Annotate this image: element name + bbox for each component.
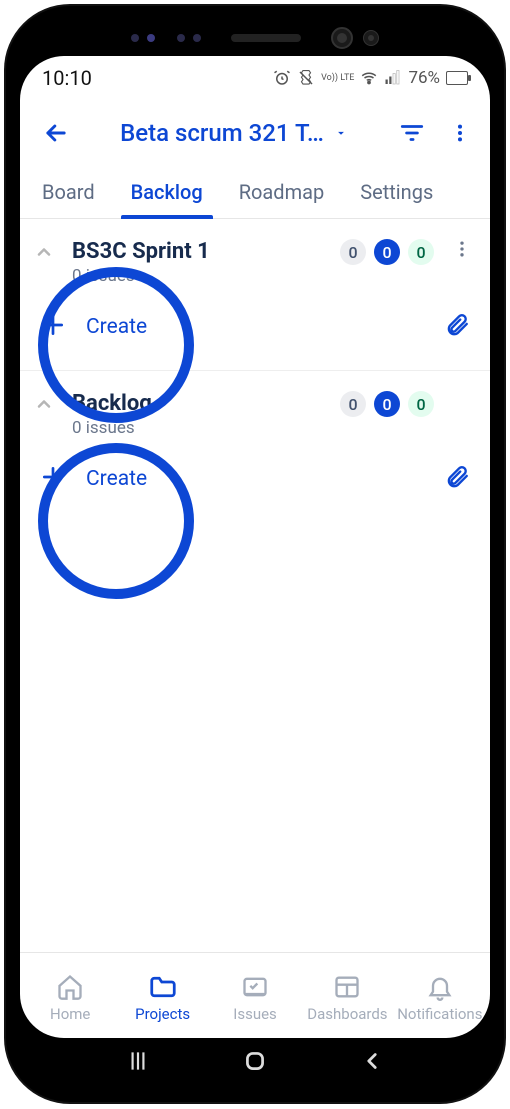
project-tabs: Board Backlog Roadmap Settings	[20, 166, 490, 219]
status-badges: 0 0 0	[340, 391, 434, 417]
sprint-more-button[interactable]	[448, 239, 476, 259]
plus-icon	[40, 312, 66, 342]
badge-todo: 0	[340, 239, 366, 265]
phone-frame: 10:10 Vo)) LTE 76%	[6, 6, 504, 1102]
signal-icon	[384, 69, 402, 87]
tab-settings[interactable]: Settings	[356, 166, 437, 218]
tab-board[interactable]: Board	[38, 166, 99, 218]
backlog-title: Backlog	[72, 391, 326, 416]
home-icon	[56, 973, 84, 1001]
tab-backlog[interactable]: Backlog	[127, 166, 207, 218]
badge-in-progress: 0	[374, 239, 400, 265]
filter-button[interactable]	[392, 113, 432, 153]
collapse-toggle[interactable]	[34, 391, 58, 418]
bell-icon	[426, 973, 454, 1001]
nav-label: Dashboards	[307, 1005, 387, 1023]
recents-button[interactable]	[125, 1048, 151, 1078]
nav-label: Home	[50, 1005, 90, 1023]
status-bar: 10:10 Vo)) LTE 76%	[20, 56, 490, 100]
status-indicators: Vo)) LTE 76%	[273, 68, 468, 88]
nav-home[interactable]: Home	[24, 973, 116, 1023]
badge-in-progress: 0	[374, 391, 400, 417]
badge-done: 0	[408, 239, 434, 265]
nav-label: Projects	[135, 1005, 190, 1023]
folder-icon	[148, 973, 178, 1001]
tab-roadmap[interactable]: Roadmap	[235, 166, 329, 218]
collapse-toggle[interactable]	[34, 239, 58, 266]
screen: 10:10 Vo)) LTE 76%	[20, 56, 490, 1038]
backlog-section: Backlog 0 issues 0 0 0 . Create	[20, 371, 490, 522]
phone-hardware-top	[20, 20, 490, 56]
issues-icon	[241, 973, 269, 1001]
project-title: Beta scrum 321 T…	[120, 119, 324, 147]
home-button[interactable]	[242, 1048, 268, 1078]
plus-icon	[40, 464, 66, 494]
status-badges: 0 0 0	[340, 239, 434, 265]
battery-percent: 76%	[408, 68, 440, 88]
volte-icon: Vo)) LTE	[321, 74, 354, 83]
nav-label: Notifications	[397, 1005, 482, 1023]
sprint-title: BS3C Sprint 1	[72, 239, 326, 264]
chevron-down-icon	[334, 126, 348, 140]
back-button[interactable]	[36, 113, 76, 153]
badge-todo: 0	[340, 391, 366, 417]
nav-dashboards[interactable]: Dashboards	[301, 973, 393, 1023]
backlog-issue-count: 0 issues	[72, 418, 326, 438]
dashboards-icon	[333, 973, 361, 1001]
nav-issues[interactable]: Issues	[209, 973, 301, 1023]
alarm-icon	[273, 69, 291, 87]
attach-button[interactable]	[444, 464, 470, 494]
sprint-issue-count: 0 issues	[72, 266, 326, 286]
backlog-content[interactable]: BS3C Sprint 1 0 issues 0 0 0	[20, 219, 490, 952]
wifi-icon	[360, 69, 378, 87]
create-issue-button[interactable]: Create	[86, 315, 424, 339]
bottom-nav: Home Projects Issues Dashboards	[20, 952, 490, 1038]
sprint-section: BS3C Sprint 1 0 issues 0 0 0	[20, 219, 490, 371]
nav-notifications[interactable]: Notifications	[394, 973, 486, 1023]
app-header: Beta scrum 321 T…	[20, 100, 490, 166]
system-nav-bar	[20, 1038, 490, 1088]
nav-label: Issues	[233, 1005, 277, 1023]
battery-icon	[446, 71, 468, 85]
system-back-button[interactable]	[359, 1048, 385, 1078]
create-issue-button[interactable]: Create	[86, 467, 424, 491]
more-button[interactable]	[446, 113, 474, 153]
badge-done: 0	[408, 391, 434, 417]
project-selector[interactable]: Beta scrum 321 T…	[90, 119, 378, 147]
vibrate-icon	[297, 69, 315, 87]
status-time: 10:10	[42, 66, 92, 90]
nav-projects[interactable]: Projects	[116, 973, 208, 1023]
attach-button[interactable]	[444, 312, 470, 342]
